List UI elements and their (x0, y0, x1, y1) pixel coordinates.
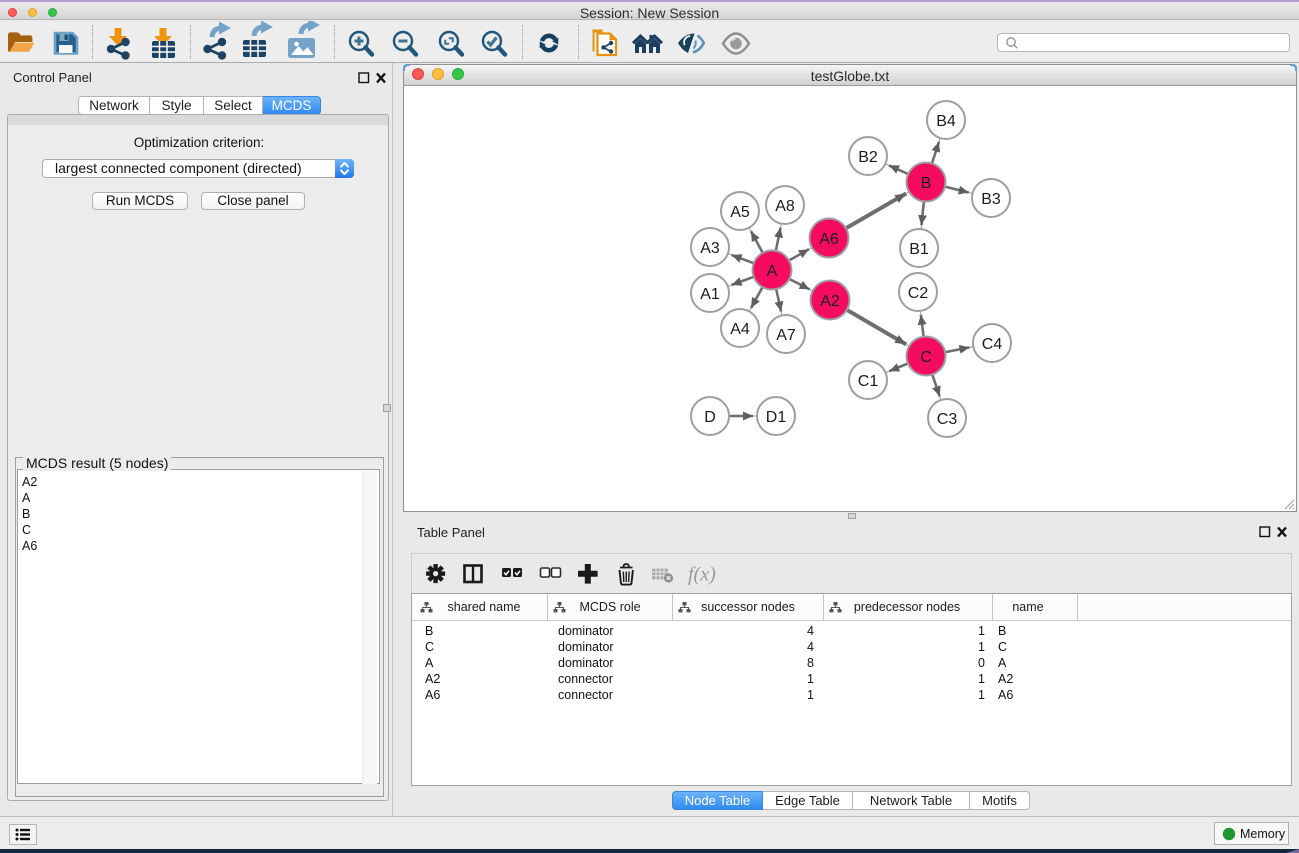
svg-text:A5: A5 (730, 204, 750, 221)
svg-text:B2: B2 (858, 149, 878, 166)
svg-text:A4: A4 (730, 321, 750, 338)
svg-text:A8: A8 (775, 198, 795, 215)
svg-text:A2: A2 (820, 293, 840, 310)
svg-text:B3: B3 (981, 191, 1001, 208)
svg-text:D1: D1 (766, 409, 787, 426)
svg-text:C2: C2 (908, 285, 929, 302)
svg-text:f(x): f(x) (688, 564, 716, 586)
svg-text:C3: C3 (937, 411, 958, 428)
svg-text:A1: A1 (700, 286, 720, 303)
svg-text:B4: B4 (936, 113, 956, 130)
svg-text:B1: B1 (909, 241, 929, 258)
svg-text:C: C (920, 349, 932, 366)
svg-text:A7: A7 (776, 327, 796, 344)
svg-text:A: A (767, 263, 778, 280)
svg-text:A6: A6 (819, 231, 839, 248)
svg-text:C4: C4 (982, 336, 1003, 353)
svg-text:B: B (921, 175, 932, 192)
svg-text:C1: C1 (858, 373, 879, 390)
svg-text:A3: A3 (700, 240, 720, 257)
svg-text:D: D (704, 409, 716, 426)
